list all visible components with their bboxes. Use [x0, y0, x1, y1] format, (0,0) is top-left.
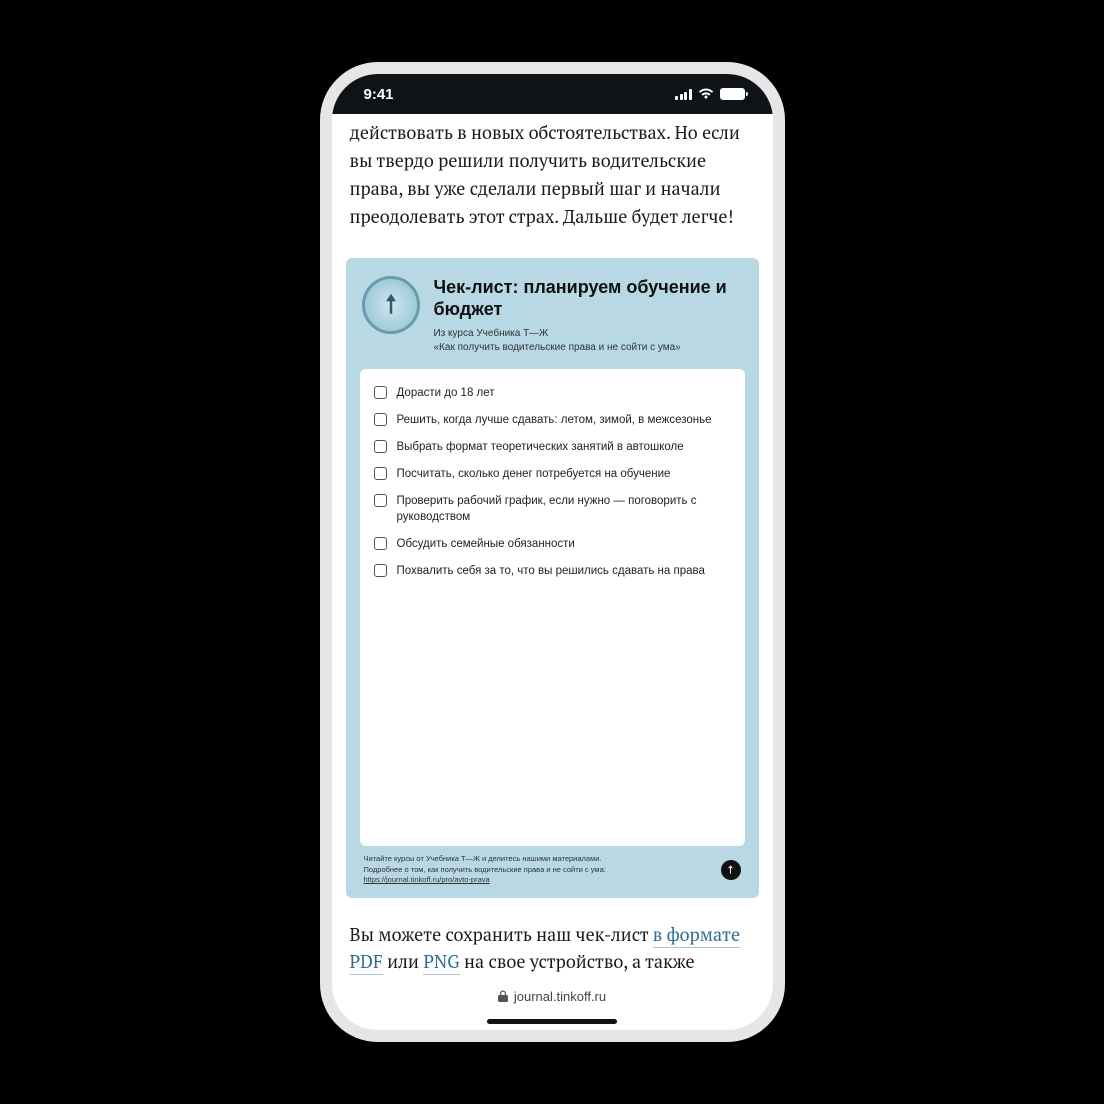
url-domain: journal.tinkoff.ru — [514, 989, 606, 1004]
checkbox-icon[interactable] — [374, 494, 387, 507]
article-paragraph: действовать в новых обстоятельствах. Но … — [332, 114, 773, 250]
checkbox-icon[interactable] — [374, 413, 387, 426]
card-footer-link[interactable]: https://journal.tinkoff.ru/pro/avto-prav… — [364, 875, 490, 884]
checkbox-icon[interactable] — [374, 564, 387, 577]
article-paragraph: Вы можете сохранить наш чек-лист в форма… — [332, 906, 773, 980]
status-bar: 9:41 — [332, 74, 773, 114]
status-icons — [675, 88, 745, 100]
phone-frame: 9:41 действовать в новых обстоятельствах… — [320, 62, 785, 1042]
checklist-item: Посчитать, сколько денег потребуется на … — [374, 466, 731, 482]
png-format-link[interactable]: PNG — [423, 950, 459, 975]
checklist-item: Выбрать формат теоретических занятий в а… — [374, 439, 731, 455]
checklist-item: Решить, когда лучше сдавать: летом, зимо… — [374, 412, 731, 428]
checkbox-icon[interactable] — [374, 386, 387, 399]
card-subtitle-1: Из курса Учебника Т—Ж — [434, 327, 739, 341]
screen: 9:41 действовать в новых обстоятельствах… — [332, 74, 773, 1030]
checklist-item: Проверить рабочий график, если нужно — п… — [374, 493, 731, 525]
checklist-item: Обсудить семейные обязанности — [374, 536, 731, 552]
status-time: 9:41 — [364, 86, 394, 103]
card-footer: Читайте курсы от Учебника Т—Ж и делитесь… — [360, 846, 745, 886]
home-indicator[interactable] — [332, 1012, 773, 1030]
checklist-card: Чек-лист: планируем обучение и бюджет Из… — [346, 258, 759, 898]
page-content[interactable]: действовать в новых обстоятельствах. Но … — [332, 114, 773, 980]
card-footer-text: Читайте курсы от Учебника Т—Ж и делитесь… — [364, 854, 711, 886]
wifi-icon — [698, 88, 714, 100]
tj-badge-icon — [721, 860, 741, 880]
checkbox-icon[interactable] — [374, 537, 387, 550]
battery-icon — [720, 88, 745, 100]
checkbox-icon[interactable] — [374, 467, 387, 480]
compass-icon — [362, 276, 420, 334]
lock-icon — [498, 990, 508, 1002]
checklist-body: Дорасти до 18 лет Решить, когда лучше сд… — [360, 369, 745, 847]
cellular-signal-icon — [675, 89, 692, 100]
browser-url-bar[interactable]: journal.tinkoff.ru — [332, 980, 773, 1012]
checklist-item: Дорасти до 18 лет — [374, 385, 731, 401]
checklist-item: Похвалить себя за то, что вы решились сд… — [374, 563, 731, 579]
card-header: Чек-лист: планируем обучение и бюджет Из… — [360, 276, 745, 369]
card-title: Чек-лист: планируем обучение и бюджет — [434, 276, 739, 321]
card-subtitle-2: «Как получить водительские права и не со… — [434, 341, 739, 355]
checkbox-icon[interactable] — [374, 440, 387, 453]
